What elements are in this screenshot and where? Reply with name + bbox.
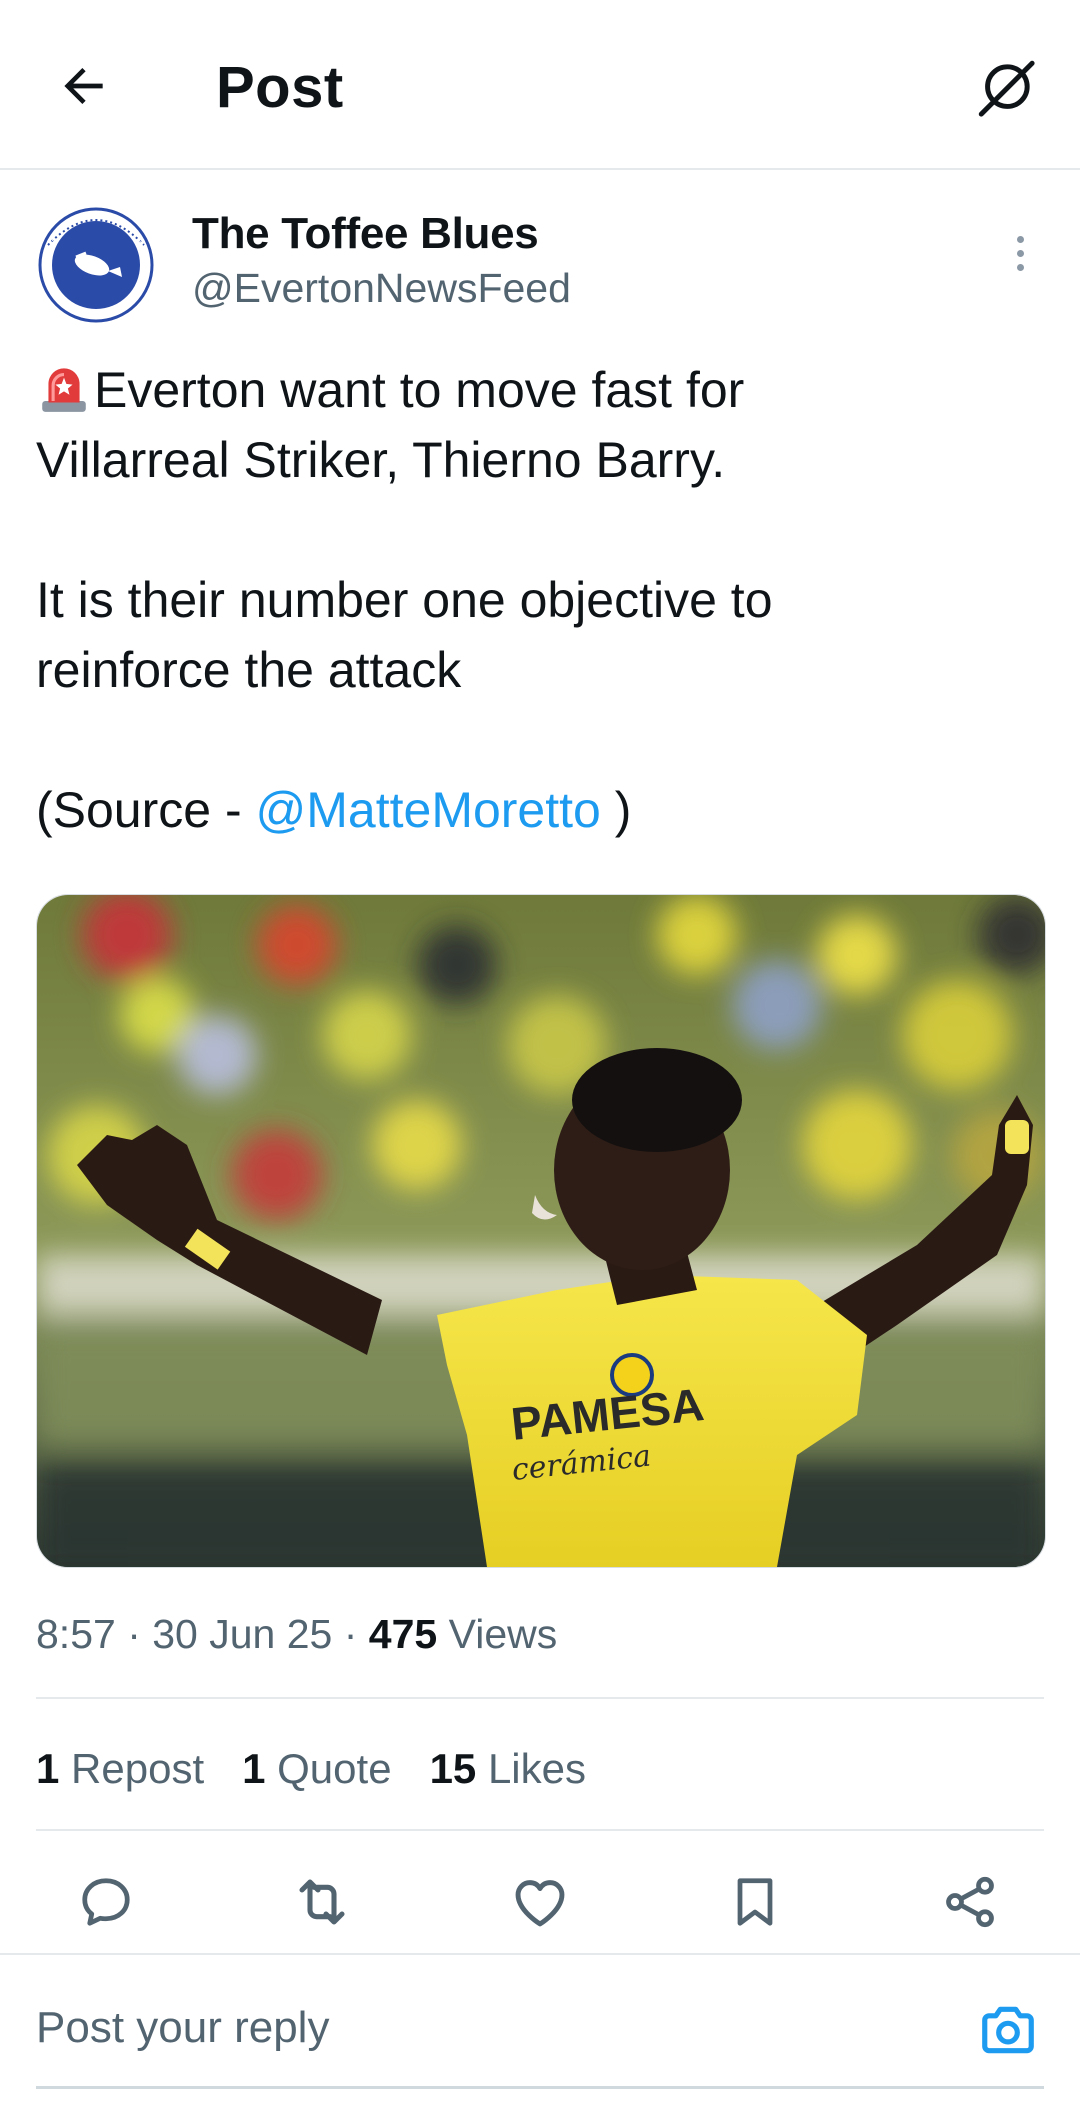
post-line-2: Villarreal Striker, Thierno Barry. — [36, 432, 726, 488]
bookmark-button[interactable] — [715, 1862, 795, 1942]
post-line-4: reinforce the attack — [36, 642, 462, 698]
bookmark-icon — [737, 1878, 773, 1926]
views-label: Views — [448, 1611, 558, 1657]
mention-link[interactable]: @MatteMoretto — [256, 782, 601, 838]
toffee-blues-logo — [37, 206, 155, 324]
reply-underline — [36, 2086, 1044, 2089]
reply-input[interactable]: Post your reply — [36, 1998, 329, 2058]
divider — [36, 1697, 1044, 1699]
top-bar — [0, 0, 1080, 170]
avatar[interactable] — [36, 205, 156, 325]
post-meta: 8:57 · 30 Jun 25 · 475 Views — [36, 1611, 558, 1657]
quotes-stat[interactable]: 1 Quote — [242, 1740, 391, 1798]
heart-icon — [515, 1880, 565, 1927]
reposts-stat[interactable]: 1 Repost — [36, 1740, 204, 1798]
reply-button[interactable] — [66, 1862, 146, 1942]
post-line-3: It is their number one objective to — [36, 572, 773, 628]
reply-icon — [82, 1878, 130, 1926]
more-options-button[interactable] — [1000, 228, 1040, 278]
views-count: 475 — [368, 1611, 438, 1657]
post-image[interactable]: PAMESA cerámica — [36, 894, 1046, 1568]
page-title: Post — [216, 55, 344, 120]
camera-button[interactable] — [968, 1990, 1048, 2070]
action-bar — [36, 1862, 1044, 1942]
source-prefix: (Source - — [36, 782, 256, 838]
share-button[interactable] — [930, 1862, 1010, 1942]
share-icon — [946, 1876, 994, 1928]
post-line-1: Everton want to move fast for — [94, 362, 745, 418]
post-date[interactable]: 30 Jun 25 — [152, 1611, 332, 1657]
player-photo: PAMESA cerámica — [37, 895, 1045, 1567]
post-time[interactable]: 8:57 — [36, 1611, 116, 1657]
more-dot — [1016, 235, 1024, 243]
more-dot — [1016, 263, 1024, 271]
divider — [36, 1829, 1044, 1831]
author-handle[interactable]: @EvertonNewsFeed — [192, 262, 571, 314]
author-name[interactable]: The Toffee Blues — [192, 206, 539, 262]
siren-icon — [42, 368, 86, 412]
engagement-stats: 1 Repost 1 Quote 15 Likes — [36, 1740, 586, 1798]
arrow-left-icon — [64, 68, 103, 104]
repost-button[interactable] — [282, 1862, 362, 1942]
source-suffix: ) — [600, 782, 632, 838]
grok-icon — [978, 60, 1035, 117]
post-text: Everton want to move fast for Villarreal… — [36, 355, 1036, 845]
grok-button[interactable] — [966, 48, 1046, 128]
likes-stat[interactable]: 15 Likes — [430, 1740, 586, 1798]
camera-icon — [982, 2006, 1034, 2054]
back-button[interactable] — [48, 50, 120, 122]
like-button[interactable] — [500, 1862, 580, 1942]
more-dot — [1016, 249, 1024, 257]
repost-icon — [299, 1879, 345, 1925]
